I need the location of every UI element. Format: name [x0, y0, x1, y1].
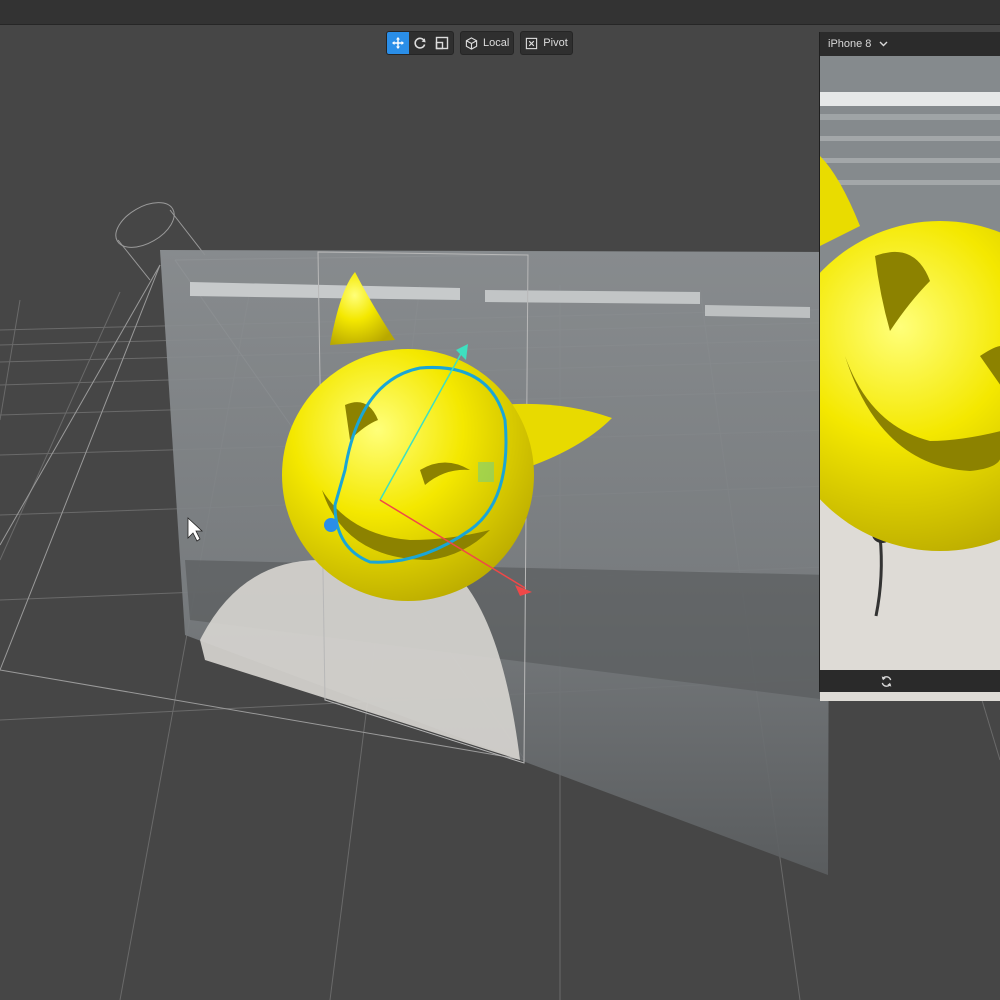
- rotate-icon: [414, 37, 426, 49]
- rotate-tool-button[interactable]: [409, 32, 431, 54]
- local-space-button[interactable]: Local: [461, 32, 513, 54]
- pivot-toggle[interactable]: Pivot: [520, 31, 573, 55]
- coordinate-space-toggle[interactable]: Local: [460, 31, 515, 55]
- move-tool-button[interactable]: [387, 32, 409, 54]
- device-preview-screen[interactable]: [820, 56, 1000, 701]
- move-icon: [392, 37, 404, 49]
- pivot-button[interactable]: Pivot: [521, 32, 571, 54]
- chevron-down-icon: [879, 41, 888, 47]
- refresh-icon[interactable]: [880, 675, 893, 688]
- scale-tool-button[interactable]: [431, 32, 453, 54]
- pivot-label: Pivot: [543, 37, 568, 49]
- device-name: iPhone 8: [828, 38, 872, 50]
- device-selector[interactable]: iPhone 8: [820, 32, 1000, 56]
- local-label: Local: [483, 37, 510, 49]
- device-preview-panel: iPhone 8: [819, 32, 1000, 701]
- top-menu-bar: [0, 0, 1000, 25]
- preview-camera-image: [820, 56, 1000, 701]
- transform-tool-group: [386, 31, 454, 55]
- pivot-icon: [526, 37, 538, 49]
- preview-footer: [820, 670, 1000, 692]
- cube-icon: [465, 36, 478, 50]
- transform-toolbar: Local Pivot: [386, 31, 573, 55]
- scale-icon: [435, 36, 449, 50]
